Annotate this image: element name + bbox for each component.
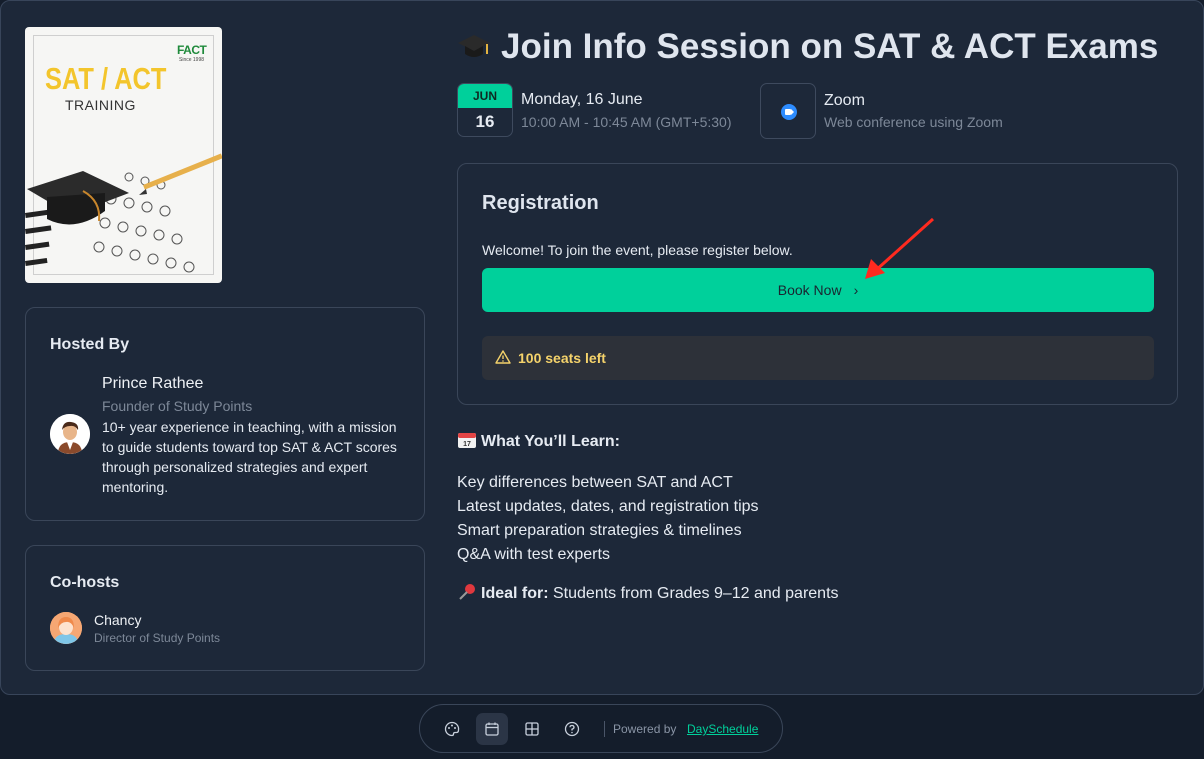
event-title-text: Join Info Session on SAT & ACT Exams bbox=[501, 27, 1159, 66]
list-item: Q&A with test experts bbox=[457, 546, 610, 563]
date-badge: JUN 16 bbox=[457, 83, 513, 137]
registration-welcome: Welcome! To join the event, please regis… bbox=[482, 242, 793, 258]
learn-list: Key differences between SAT and ACT Late… bbox=[457, 471, 759, 567]
ideal-for-text: Students from Grades 9–12 and parents bbox=[548, 585, 839, 602]
host-avatar bbox=[50, 414, 90, 454]
powered-by-text: Powered by bbox=[613, 722, 677, 736]
toolbar-divider bbox=[604, 721, 605, 737]
location-description: Web conference using Zoom bbox=[824, 114, 1003, 130]
list-item: Key differences between SAT and ACT bbox=[457, 474, 733, 491]
seats-left-notice: 100 seats left bbox=[482, 336, 1154, 380]
annotation-arrow bbox=[865, 217, 935, 279]
calendar-emoji-icon: 17 bbox=[457, 431, 477, 454]
zoom-icon bbox=[781, 104, 797, 120]
help-icon bbox=[564, 721, 580, 737]
cover-logo: FACT bbox=[177, 43, 207, 57]
co-hosts-card: Co-hosts Chancy Director of Study Points bbox=[25, 545, 425, 671]
host-name: Prince Rathee bbox=[102, 375, 204, 392]
learn-heading-text: What You’ll Learn: bbox=[481, 433, 620, 450]
registration-card: Registration Welcome! To join the event,… bbox=[457, 163, 1178, 405]
calendar-view-button[interactable] bbox=[476, 713, 508, 745]
ideal-for: Ideal for: Students from Grades 9–12 and… bbox=[457, 583, 839, 606]
theme-button[interactable] bbox=[436, 713, 468, 745]
grid-icon bbox=[525, 722, 539, 736]
event-title: Join Info Session on SAT & ACT Exams bbox=[457, 27, 1158, 71]
location-name: Zoom bbox=[824, 92, 865, 109]
bottom-toolbar: Powered by DaySchedule bbox=[419, 704, 783, 753]
registration-heading: Registration bbox=[482, 192, 599, 214]
svg-text:17: 17 bbox=[463, 441, 471, 448]
dayschedule-link[interactable]: DaySchedule bbox=[687, 722, 758, 736]
cover-illustration bbox=[25, 153, 222, 273]
cover-subtitle: TRAINING bbox=[65, 97, 136, 113]
warning-icon bbox=[495, 350, 511, 364]
hosted-by-card: Hosted By Prince Rathee Founder of Study… bbox=[25, 307, 425, 521]
cover-logo-sub: Since 1998 bbox=[179, 57, 205, 63]
book-now-button[interactable]: Book Now › bbox=[482, 268, 1154, 312]
palette-icon bbox=[444, 721, 460, 737]
learn-heading: 17 What You’ll Learn: bbox=[457, 431, 620, 454]
zoom-badge bbox=[760, 83, 816, 139]
cohost-name: Chancy bbox=[94, 612, 142, 628]
cohost-role: Director of Study Points bbox=[94, 631, 221, 645]
help-button[interactable] bbox=[556, 713, 588, 745]
event-cover-image: FACT Since 1998 SAT / ACT TRAINING bbox=[25, 27, 222, 283]
list-item: Latest updates, dates, and registration … bbox=[457, 498, 759, 515]
book-now-label: Book Now bbox=[777, 282, 842, 298]
event-date: Monday, 16 June bbox=[521, 91, 643, 108]
pushpin-icon bbox=[457, 583, 477, 606]
list-item: Smart preparation strategies & timelines bbox=[457, 522, 742, 539]
host-bio: 10+ year experience in teaching, with a … bbox=[102, 419, 397, 495]
event-card: FACT Since 1998 SAT / ACT TRAINING Hoste… bbox=[0, 0, 1204, 695]
date-month: JUN bbox=[458, 84, 512, 108]
grid-view-button[interactable] bbox=[516, 713, 548, 745]
seats-left-text: 100 seats left bbox=[518, 350, 606, 366]
hosted-by-heading: Hosted By bbox=[50, 336, 130, 353]
cohost-avatar bbox=[50, 612, 82, 644]
co-hosts-heading: Co-hosts bbox=[50, 574, 120, 591]
date-day: 16 bbox=[475, 112, 495, 131]
calendar-icon bbox=[485, 722, 499, 736]
graduation-cap-icon bbox=[457, 31, 493, 71]
chevron-right-icon: › bbox=[853, 282, 859, 298]
host-role: Founder of Study Points bbox=[102, 398, 253, 414]
cover-title: SAT / ACT bbox=[45, 61, 167, 96]
event-time: 10:00 AM - 10:45 AM (GMT+5:30) bbox=[521, 114, 732, 130]
ideal-for-label: Ideal for: bbox=[481, 585, 549, 602]
